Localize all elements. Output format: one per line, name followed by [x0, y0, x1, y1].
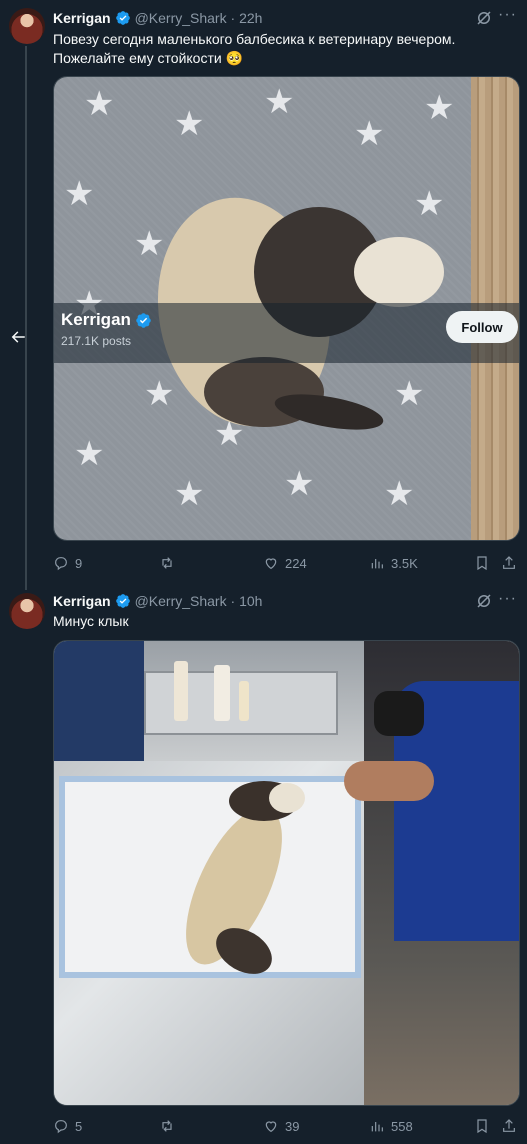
avatar[interactable] [9, 8, 45, 44]
like-button[interactable]: 39 [263, 1116, 299, 1136]
tweet-actions: 5 39 558 [53, 1116, 518, 1136]
more-options-icon[interactable]: ··· [498, 590, 517, 608]
bookmark-icon [477, 1119, 487, 1134]
like-count: 39 [285, 1118, 300, 1134]
reply-count: 9 [75, 555, 83, 571]
follow-button[interactable]: Follow [446, 311, 518, 343]
reply-button[interactable]: 5 [53, 1116, 82, 1136]
tweet-photo[interactable] [53, 640, 520, 1106]
tweet-2[interactable]: Kerrigan @Kerry_Shark · 10h ··· Минус кл… [0, 590, 527, 1144]
tweet-1[interactable]: Kerrigan @Kerry_Shark · 22h ··· Повезу с… [0, 0, 527, 590]
more-options-icon[interactable]: ··· [498, 6, 517, 24]
author-handle[interactable]: @Kerry_Shark [135, 593, 227, 609]
author-name[interactable]: Kerrigan [53, 593, 111, 609]
views-button[interactable]: 558 [369, 1116, 413, 1136]
share-icon [503, 556, 515, 569]
timestamp[interactable]: 10h [239, 593, 262, 609]
verified-badge-icon [115, 594, 130, 608]
reply-button[interactable]: 9 [53, 553, 82, 573]
like-button[interactable]: 224 [263, 553, 307, 573]
separator: · [226, 593, 240, 609]
ferret-at-vet-photo [54, 641, 519, 1105]
tweet-photo[interactable]: ★ ★ ★ ★ ★ ★ ★ ★ ★ ★ ★ ★ ★ ★ ★ ★ Kerrigan [53, 76, 520, 541]
bookmark-button[interactable] [474, 553, 490, 573]
share-icon [503, 1119, 515, 1132]
share-button[interactable] [501, 553, 517, 573]
like-count: 224 [285, 555, 307, 571]
author-name[interactable]: Kerrigan [53, 10, 111, 26]
bookmark-button[interactable] [474, 1116, 490, 1136]
heart-icon [265, 1121, 277, 1133]
views-button[interactable]: 3.5K [369, 553, 418, 573]
grok-icon[interactable] [475, 592, 493, 610]
grok-icon[interactable] [475, 9, 493, 27]
bookmark-icon [477, 556, 487, 571]
tweet-text: Минус клык [53, 613, 129, 629]
reply-icon [55, 1120, 67, 1134]
tweet-header: Kerrigan @Kerry_Shark · 22h [53, 8, 262, 28]
profile-hover-card[interactable]: Kerrigan 217.1K posts Follow [54, 303, 519, 363]
hover-card-name-text: Kerrigan [61, 310, 131, 329]
verified-badge-icon [115, 11, 130, 25]
reply-count: 5 [75, 1118, 83, 1134]
tweet-actions: 9 224 3.5K [53, 553, 518, 573]
reply-icon [55, 557, 67, 571]
repost-button[interactable] [159, 1116, 175, 1136]
views-chart-icon [371, 559, 383, 569]
repost-icon [162, 557, 172, 569]
views-chart-icon [371, 1122, 383, 1132]
tweet-text: Повезу сегодня маленького балбесика к ве… [53, 31, 456, 66]
separator: · [226, 10, 240, 26]
verified-badge-icon [136, 312, 151, 328]
timestamp[interactable]: 22h [239, 10, 262, 26]
repost-button[interactable] [159, 553, 175, 573]
author-handle[interactable]: @Kerry_Shark [135, 10, 227, 26]
view-count: 3.5K [391, 555, 418, 571]
tweet-header: Kerrigan @Kerry_Shark · 10h [53, 591, 262, 611]
avatar[interactable] [9, 593, 45, 629]
view-count: 558 [391, 1118, 413, 1134]
heart-icon [265, 558, 277, 570]
repost-icon [162, 1120, 172, 1132]
hover-card-post-count: 217.1K posts [61, 334, 132, 348]
hover-card-name[interactable]: Kerrigan [61, 310, 156, 330]
share-button[interactable] [501, 1116, 517, 1136]
